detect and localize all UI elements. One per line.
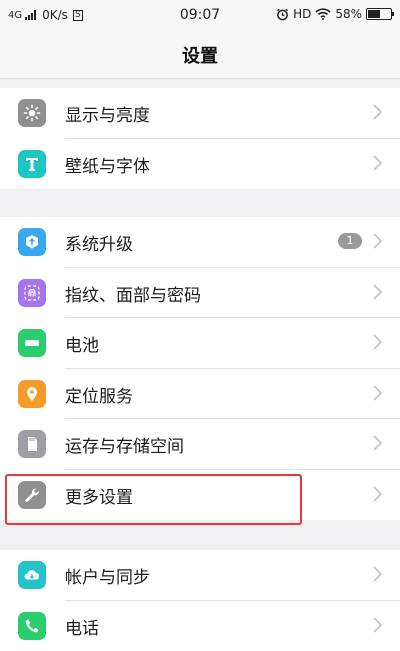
row-more-settings[interactable]: 更多设置 <box>0 470 400 521</box>
battery-percent: 58% <box>335 7 362 21</box>
row-accounts-sync[interactable]: 帐户与同步 <box>0 550 400 601</box>
chevron-right-icon <box>372 433 384 453</box>
row-display-brightness[interactable]: 显示与亮度 <box>0 88 400 139</box>
settings-group-display: 显示与亮度 壁纸与字体 <box>0 88 400 189</box>
row-fingerprint-face-password[interactable]: 指纹、面部与密码 <box>0 268 400 319</box>
phone-icon <box>18 612 46 640</box>
system-update-icon <box>18 228 46 256</box>
chevron-right-icon <box>372 615 384 635</box>
update-count-badge: 1 <box>338 233 362 249</box>
row-label: 电池 <box>65 331 99 356</box>
row-label: 更多设置 <box>65 483 133 508</box>
status-bar: 4G 0K/s S 09:07 HD 58% <box>0 0 400 30</box>
brightness-icon <box>18 99 46 127</box>
status-right: HD 58% <box>276 7 392 21</box>
row-label: 帐户与同步 <box>65 563 150 588</box>
chevron-right-icon <box>372 102 384 122</box>
page-title: 设置 <box>0 42 400 68</box>
chevron-right-icon <box>372 282 384 302</box>
row-label: 系统升级 <box>65 230 133 255</box>
settings-group-accounts: 帐户与同步 电话 <box>0 550 400 651</box>
font-t-icon <box>18 150 46 178</box>
row-wallpaper-font[interactable]: 壁纸与字体 <box>0 139 400 190</box>
chevron-right-icon <box>372 231 384 251</box>
battery-icon <box>366 8 392 20</box>
cloud-sync-icon <box>18 561 46 589</box>
row-battery[interactable]: 电池 <box>0 318 400 369</box>
row-label: 定位服务 <box>65 382 133 407</box>
row-label: 运存与存储空间 <box>65 432 184 457</box>
alarm-icon <box>276 8 289 21</box>
settings-group-system: 系统升级 1 指纹、面部与密码 电池 定位服务 <box>0 217 400 520</box>
row-memory-storage[interactable]: 运存与存储空间 <box>0 419 400 470</box>
chevron-right-icon <box>372 484 384 504</box>
chevron-right-icon <box>372 153 384 173</box>
row-label: 壁纸与字体 <box>65 152 150 177</box>
hd-label: HD <box>293 7 311 21</box>
fingerprint-icon <box>18 279 46 307</box>
chevron-right-icon <box>372 383 384 403</box>
row-label: 电话 <box>65 614 99 639</box>
wifi-icon <box>315 8 331 20</box>
location-pin-icon <box>18 380 46 408</box>
battery-icon <box>18 329 46 357</box>
row-label: 指纹、面部与密码 <box>65 281 201 306</box>
chevron-right-icon <box>372 332 384 352</box>
nav-bar: 设置 <box>0 30 400 79</box>
chevron-right-icon <box>372 564 384 584</box>
row-label: 显示与亮度 <box>65 101 150 126</box>
row-system-update[interactable]: 系统升级 1 <box>0 217 400 268</box>
battery-level-fill <box>368 10 380 18</box>
row-location-services[interactable]: 定位服务 <box>0 369 400 420</box>
wrench-icon <box>18 481 46 509</box>
sd-card-icon <box>18 430 46 458</box>
row-phone[interactable]: 电话 <box>0 601 400 651</box>
